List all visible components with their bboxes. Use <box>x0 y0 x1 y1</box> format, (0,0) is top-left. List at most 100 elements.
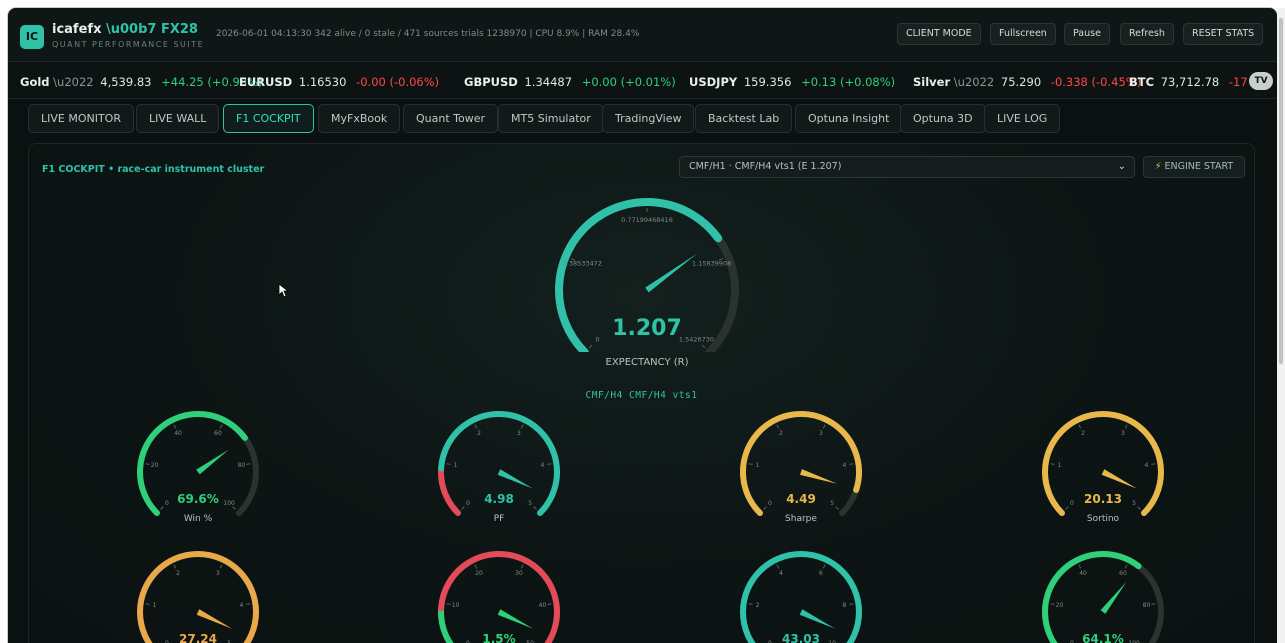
ticker-symbol: USDJPY <box>689 75 738 89</box>
tab-backtest-lab[interactable]: Backtest Lab <box>695 104 793 133</box>
gauge-needle <box>645 253 698 293</box>
gauge-tick-label: 2 <box>176 570 180 577</box>
gauge-tick-label: 6 <box>819 570 823 577</box>
gauge-tick-mark <box>1124 424 1128 429</box>
gauge-tick-mark <box>173 424 177 429</box>
app-logo: IC <box>20 25 44 49</box>
gauge-tick-label: 40 <box>1079 570 1087 577</box>
ticker-price: 75.290 <box>1000 75 1042 89</box>
sharpe-gauge: 012345 4.49 Sharpe <box>731 406 871 526</box>
gauge-tick-mark <box>776 564 780 569</box>
row2-dial-4: 020406080100 <box>1042 551 1164 643</box>
sortino-label: Sortino <box>1086 514 1120 524</box>
row2-gauge-4: 020406080100 64.1% <box>1033 546 1173 643</box>
sortino-value: 20.13 <box>1084 492 1122 506</box>
ticker-price: 1.16530 <box>298 75 347 89</box>
tab-quant-tower[interactable]: Quant Tower <box>403 104 499 133</box>
ticker-item[interactable]: Silver \u2022 75.290 -0.338 (-0.45%) <box>913 75 1141 89</box>
gauge-tick-mark <box>588 344 593 349</box>
ticker-symbol: EURUSD <box>239 75 293 89</box>
panel-title: F1 COCKPIT • race-car instrument cluster <box>42 164 265 175</box>
app-name: icafefx <box>52 22 102 37</box>
gauge-tick-mark <box>1137 506 1141 510</box>
row2-value-4: 64.1% <box>1082 632 1124 643</box>
row2-dial-1: 012345 <box>137 551 259 643</box>
bolt-icon: ⚡ <box>1154 161 1162 172</box>
gauge-tick-mark <box>145 463 150 465</box>
gauge-fill <box>1042 551 1142 643</box>
gauge-tick-mark <box>776 424 780 429</box>
mouse-cursor-icon <box>278 283 290 298</box>
profit-factor-value: 4.98 <box>484 492 514 506</box>
gauge-tick-label: 2 <box>1081 430 1085 437</box>
gauge-tick-label: 40 <box>174 430 182 437</box>
strategy-select-value: CMF/H1 · CMF/H4 vts1 (E 1.207) <box>689 161 842 172</box>
pause-button[interactable]: Pause <box>1064 23 1110 45</box>
page-scrollbar[interactable] <box>1277 8 1285 643</box>
tab-live-monitor[interactable]: LIVE MONITOR <box>28 104 134 133</box>
engine-start-button[interactable]: ⚡ ENGINE START <box>1143 156 1245 178</box>
top-bar: IC icafefx \u00b7 FX28 QUANT PERFORMANCE… <box>8 8 1277 62</box>
tab-myfxbook[interactable]: MyFxBook <box>318 104 401 133</box>
gauge-tick-mark <box>1050 603 1055 605</box>
tab-mt5-simulator[interactable]: MT5 Simulator <box>498 104 604 133</box>
gauge-tick-label: 20 <box>1056 602 1064 609</box>
sharpe-label: Sharpe <box>785 514 817 524</box>
ticker-price: 73,712.78 <box>1160 75 1220 89</box>
expectancy-value: 1.207 <box>612 316 682 341</box>
gauge-tick-mark <box>461 506 465 510</box>
client-mode-button[interactable]: CLIENT MODE <box>897 23 981 45</box>
gauge-tick-mark <box>849 603 854 605</box>
sharpe-value: 4.49 <box>786 492 816 506</box>
tab-optuna-3d[interactable]: Optuna 3D <box>900 104 986 133</box>
refresh-button[interactable]: Refresh <box>1120 23 1174 45</box>
ticker-change: -0.00 (-0.06%) <box>356 75 440 89</box>
gauge-tick-mark <box>1078 424 1082 429</box>
gauge-needle <box>800 469 838 484</box>
sortino-gauge: 012345 20.13 Sortino <box>1033 406 1173 526</box>
tab-tradingview[interactable]: TradingView <box>602 104 695 133</box>
chevron-down-icon: ⌄ <box>1117 161 1126 172</box>
tab-live-wall[interactable]: LIVE WALL <box>136 104 220 133</box>
ticker-symbol: Silver <box>913 75 951 89</box>
ticker-price: 4,539.83 <box>100 75 152 89</box>
tradingview-badge-icon[interactable]: TV <box>1249 72 1273 90</box>
gauge-needle <box>1100 581 1127 614</box>
gauge-tick-label: 1 <box>1058 462 1062 469</box>
strategy-select[interactable]: CMF/H1 · CMF/H4 vts1 (E 1.207) ⌄ <box>679 156 1135 178</box>
gauge-tick-label: 30 <box>515 570 523 577</box>
row2-gauge-1: 012345 27.24 <box>128 546 268 643</box>
tab-optuna-insight[interactable]: Optuna Insight <box>795 104 903 133</box>
tab-live-log[interactable]: LIVE LOG <box>984 104 1061 133</box>
fullscreen-button[interactable]: Fullscreen <box>990 23 1056 45</box>
ticker-symbol: GBPUSD <box>464 75 518 89</box>
gauge-tick-mark <box>520 424 524 429</box>
ticker-item[interactable]: USDJPY 159.356 +0.13 (+0.08%) <box>689 75 895 89</box>
cockpit-panel: F1 COCKPIT • race-car instrument cluster… <box>28 143 1255 643</box>
reset-stats-button[interactable]: RESET STATS <box>1183 23 1264 45</box>
gauge-tick-mark <box>1151 603 1156 605</box>
gauge-tick-label: 4 <box>779 570 783 577</box>
ticker-item[interactable]: Gold \u2022 4,539.83 +44.25 (+0.98%) <box>20 75 263 89</box>
ticker-change: -0.338 (-0.45%) <box>1050 75 1142 89</box>
gauge-tick-mark <box>474 564 478 569</box>
ticker-item[interactable]: BTC 73,712.78 -17 <box>1129 75 1248 89</box>
gauge-tick-label: 1 <box>756 462 760 469</box>
scrollbar-thumb[interactable] <box>1279 18 1283 364</box>
ticker-change: +0.00 (+0.01%) <box>581 75 676 89</box>
ticker-symbol: BTC <box>1129 75 1155 89</box>
gauge-tick-label: 1 <box>153 602 157 609</box>
system-status: 2026-06-01 04:13:30 342 alive / 0 stale … <box>216 29 640 39</box>
gauge-tick-label: 8 <box>843 602 847 609</box>
ticker-item[interactable]: EURUSD 1.16530 -0.00 (-0.06%) <box>239 75 439 89</box>
gauge-tick-label: 4 <box>541 462 545 469</box>
ticker-item[interactable]: GBPUSD 1.34487 +0.00 (+0.01%) <box>464 75 676 89</box>
app-code: FX28 <box>160 22 198 37</box>
gauge-tick-label: 0.77199468416 <box>621 216 673 224</box>
gauge-tick-label: 3 <box>1121 430 1125 437</box>
gauge-tick-mark <box>547 603 552 605</box>
gauge-needle <box>799 609 836 629</box>
gauge-tick-label: 1.15839908 <box>692 259 731 267</box>
tab-f1-cockpit[interactable]: F1 COCKPIT <box>223 104 314 133</box>
gauge-tick-mark <box>520 564 524 569</box>
